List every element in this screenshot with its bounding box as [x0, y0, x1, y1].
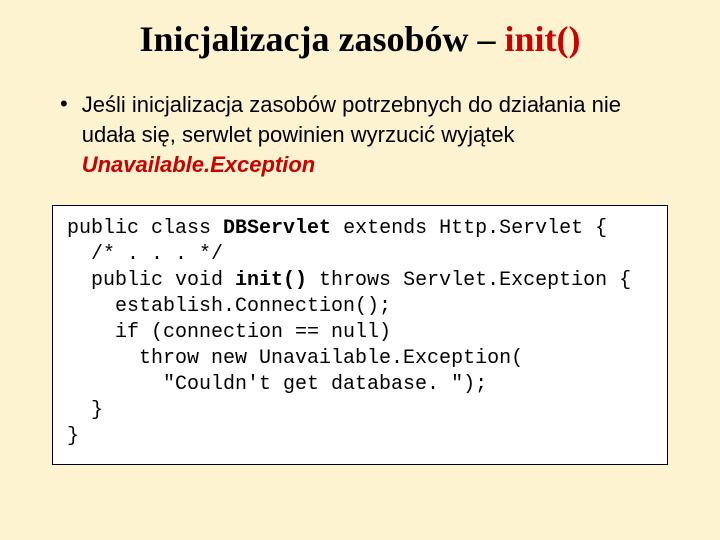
code-l8: }: [67, 399, 103, 422]
code-l3c: throws Servlet.Exception {: [307, 269, 631, 292]
code-l3a: public void: [67, 269, 235, 292]
bullet-item: • Jeśli inicjalizacja zasobów potrzebnyc…: [60, 90, 680, 180]
code-l1b: DBServlet: [223, 217, 331, 240]
code-l3b: init(): [235, 269, 307, 292]
title-prefix: Inicjalizacja zasobów –: [140, 19, 505, 59]
code-l4: establish.Connection();: [67, 295, 391, 318]
code-l2: /* . . . */: [67, 243, 223, 266]
slide: Inicjalizacja zasobów – init() • Jeśli i…: [0, 0, 720, 540]
code-l1a: public class: [67, 217, 223, 240]
code-l5: if (connection == null): [67, 321, 391, 344]
code-l9: }: [67, 425, 79, 448]
bullet-emph: Unavailable.Exception: [82, 152, 316, 177]
bullet-text-before: Jeśli inicjalizacja zasobów potrzebnych …: [82, 92, 621, 147]
code-l1c: extends Http.Servlet {: [331, 217, 607, 240]
page-title: Inicjalizacja zasobów – init(): [30, 18, 690, 60]
title-accent: init(): [504, 19, 580, 59]
bullet-text: Jeśli inicjalizacja zasobów potrzebnych …: [82, 90, 680, 180]
code-l7: "Couldn't get database. ");: [67, 373, 487, 396]
code-l6: throw new Unavailable.Exception(: [67, 347, 523, 370]
code-block: public class DBServlet extends Http.Serv…: [52, 205, 668, 465]
bullet-dot-icon: •: [60, 90, 68, 118]
